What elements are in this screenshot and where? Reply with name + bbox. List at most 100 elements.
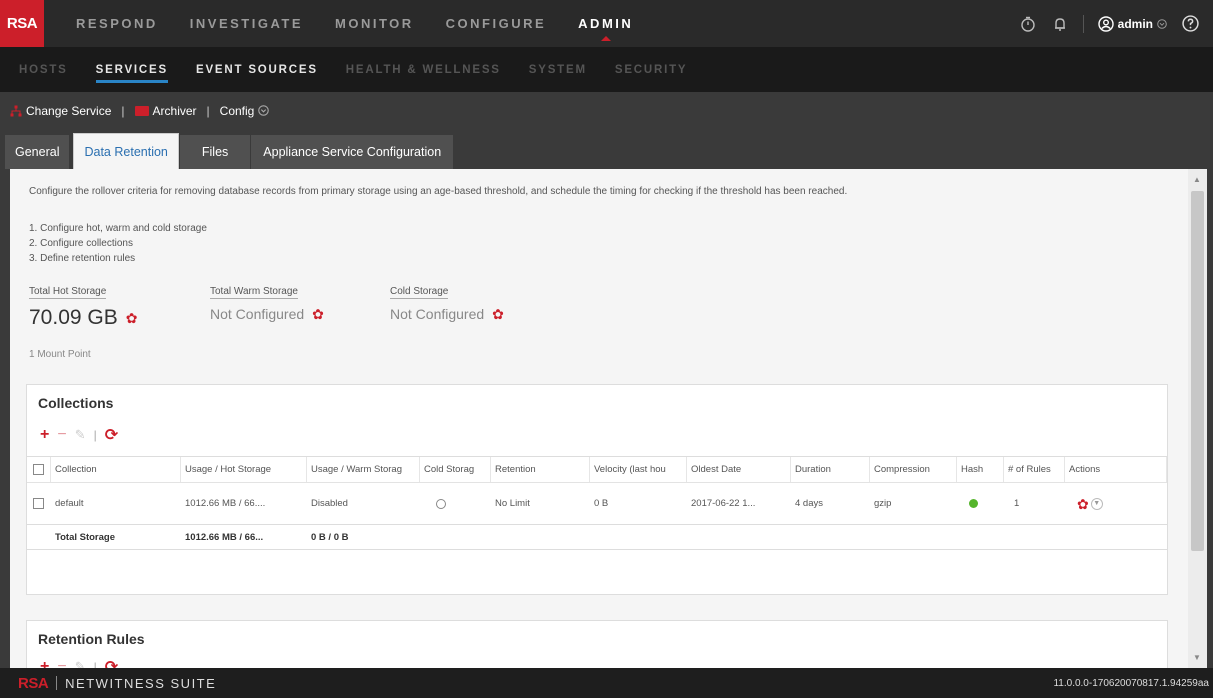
- subnav-services[interactable]: SERVICES: [95, 47, 169, 92]
- tab-files[interactable]: Files: [179, 135, 251, 169]
- description-text: Configure the rollover criteria for remo…: [29, 186, 848, 197]
- cell-oldest-date: 2017-06-22 1...: [691, 498, 756, 509]
- user-icon: [1097, 15, 1114, 32]
- cell-compression: gzip: [874, 498, 892, 509]
- mount-point-count: 1 Mount Point: [29, 349, 91, 360]
- footer: RSA NETWITNESS SUITE 11.0.0.0-1706200708…: [0, 668, 1213, 698]
- add-icon[interactable]: +: [40, 658, 49, 668]
- collections-title: Collections: [38, 395, 114, 411]
- chevron-down-icon: [1157, 18, 1167, 29]
- divider: |: [93, 660, 97, 668]
- gear-icon: ✿: [1077, 495, 1089, 512]
- col-velocity[interactable]: Velocity (last hou: [590, 457, 687, 482]
- col-usage-warm[interactable]: Usage / Warm Storag: [307, 457, 420, 482]
- timer-icon[interactable]: [1019, 15, 1037, 33]
- warm-storage-value: Not Configured: [210, 306, 305, 322]
- scrollbar-thumb[interactable]: [1191, 191, 1204, 551]
- config-tabs: General Data Retention Files Appliance S…: [0, 129, 1213, 169]
- view-selector[interactable]: Config: [220, 104, 270, 118]
- help-icon[interactable]: [1181, 15, 1199, 33]
- retention-rules-title: Retention Rules: [38, 631, 145, 647]
- gear-icon[interactable]: ✿: [492, 307, 504, 321]
- row-select-cell: [27, 483, 51, 524]
- col-cold-storage[interactable]: Cold Storag: [420, 457, 491, 482]
- col-oldest-date[interactable]: Oldest Date: [687, 457, 791, 482]
- total-warm: 0 B / 0 B: [311, 531, 349, 543]
- hot-storage-label: Total Hot Storage: [29, 286, 107, 299]
- change-service-label: Change Service: [26, 103, 112, 118]
- nav-investigate[interactable]: INVESTIGATE: [190, 0, 303, 47]
- actions-menu-button[interactable]: ✿ ▼: [1077, 497, 1103, 511]
- col-retention[interactable]: Retention: [491, 457, 590, 482]
- change-service-button[interactable]: Change Service: [10, 104, 111, 118]
- scroll-down-icon[interactable]: ▼: [1193, 653, 1201, 662]
- nav-respond[interactable]: RESPOND: [76, 0, 158, 47]
- remove-icon[interactable]: −: [57, 658, 66, 668]
- warm-storage-label: Total Warm Storage: [210, 286, 298, 299]
- top-right-tools: admin: [1019, 14, 1213, 33]
- tab-data-retention[interactable]: Data Retention: [73, 133, 179, 169]
- total-spacer: [27, 525, 51, 549]
- subnav-event-sources[interactable]: EVENT SOURCES: [196, 47, 318, 92]
- view-name: Config: [219, 103, 255, 118]
- col-usage-hot[interactable]: Usage / Hot Storage: [181, 457, 307, 482]
- cold-storage-value: Not Configured: [390, 306, 485, 322]
- cold-storage-value-row: Not Configured ✿: [390, 306, 504, 322]
- total-hot: 1012.66 MB / 66...: [185, 531, 264, 543]
- remove-icon[interactable]: −: [57, 426, 66, 444]
- tab-general[interactable]: General: [5, 135, 70, 169]
- subnav-security[interactable]: SECURITY: [615, 47, 688, 92]
- gear-icon[interactable]: ✿: [312, 307, 324, 321]
- total-storage-row: Total Storage 1012.66 MB / 66... 0 B / 0…: [27, 524, 1167, 550]
- nav-configure[interactable]: CONFIGURE: [446, 0, 547, 47]
- rsa-logo: RSA: [0, 0, 44, 47]
- cell-cold-storage: [420, 483, 491, 524]
- row-checkbox[interactable]: [33, 498, 44, 509]
- subnav-hosts[interactable]: HOSTS: [19, 47, 68, 92]
- divider: [1082, 14, 1084, 33]
- gear-icon[interactable]: ✿: [126, 311, 138, 325]
- subnav-health-wellness[interactable]: HEALTH & WELLNESS: [346, 47, 501, 92]
- chevron-down-icon: ▼: [1090, 497, 1103, 510]
- vertical-scrollbar[interactable]: ▲ ▼: [1188, 169, 1207, 668]
- hot-storage: Total Hot Storage 70.09 GB ✿: [29, 286, 137, 330]
- cold-storage-radio[interactable]: [436, 498, 446, 509]
- col-collection[interactable]: Collection: [51, 457, 181, 482]
- user-name: admin: [1117, 16, 1153, 31]
- add-icon[interactable]: +: [40, 426, 49, 444]
- table-row[interactable]: default 1012.66 MB / 66.... Disabled No …: [27, 482, 1167, 524]
- select-all-checkbox[interactable]: [33, 464, 44, 475]
- warm-storage-value-row: Not Configured ✿: [210, 306, 324, 322]
- col-compression[interactable]: Compression: [870, 457, 957, 482]
- step-item: 2. Configure collections: [29, 238, 133, 249]
- tab-appliance-service-configuration[interactable]: Appliance Service Configuration: [251, 135, 454, 169]
- edit-icon[interactable]: ✎: [75, 427, 86, 443]
- network-icon: [10, 105, 22, 116]
- col-hash[interactable]: Hash: [957, 457, 1004, 482]
- divider: |: [206, 103, 210, 118]
- scroll-up-icon[interactable]: ▲: [1193, 175, 1201, 184]
- retention-toolbar: + − ✎ | ⟳: [40, 657, 118, 668]
- refresh-icon[interactable]: ⟳: [105, 657, 118, 668]
- refresh-icon[interactable]: ⟳: [105, 425, 118, 445]
- col-duration[interactable]: Duration: [791, 457, 870, 482]
- collections-grid: Collection Usage / Hot Storage Usage / W…: [27, 456, 1167, 550]
- chevron-down-icon: [258, 105, 270, 116]
- user-menu[interactable]: admin: [1097, 15, 1167, 32]
- cold-storage-label: Cold Storage: [390, 286, 449, 299]
- footer-logo: RSA: [18, 674, 49, 692]
- table-header: Collection Usage / Hot Storage Usage / W…: [27, 456, 1167, 482]
- service-selector[interactable]: Archiver: [134, 104, 197, 118]
- col-rule-count[interactable]: # of Rules: [1004, 457, 1065, 482]
- col-actions: Actions: [1065, 457, 1167, 482]
- archiver-icon: [134, 105, 149, 116]
- edit-icon[interactable]: ✎: [75, 659, 86, 668]
- bell-icon[interactable]: [1051, 15, 1069, 33]
- subnav-system[interactable]: SYSTEM: [529, 47, 587, 92]
- data-retention-panel: Configure the rollover criteria for remo…: [10, 169, 1188, 668]
- right-frame: [1207, 169, 1213, 668]
- cell-velocity: 0 B: [594, 498, 609, 509]
- nav-admin[interactable]: ADMIN: [578, 0, 633, 47]
- left-frame: [0, 169, 10, 668]
- nav-monitor[interactable]: MONITOR: [335, 0, 414, 47]
